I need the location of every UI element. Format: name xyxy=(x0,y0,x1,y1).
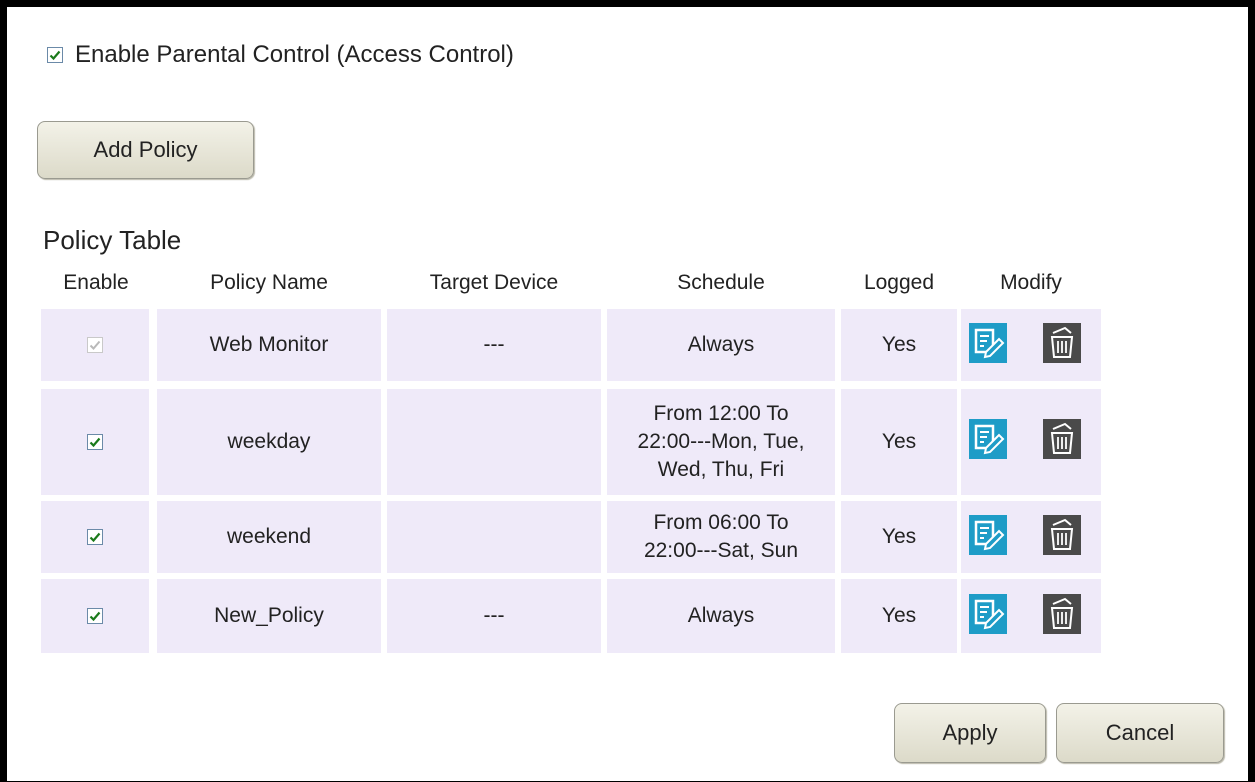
row-policy-name: weekend xyxy=(157,501,381,573)
trash-icon[interactable] xyxy=(1043,323,1081,363)
row-enable-cell xyxy=(41,309,149,381)
schedule-line: 22:00---Sat, Sun xyxy=(643,539,799,562)
policy-table-title: Policy Table xyxy=(43,225,182,255)
enable-parental-control-label: Enable Parental Control (Access Control) xyxy=(75,41,514,68)
row-schedule: From 12:00 To 22:00---Mon, Tue, Wed, Thu… xyxy=(607,389,835,495)
row-logged: Yes xyxy=(841,501,957,573)
row-logged: Yes xyxy=(841,579,957,653)
checkmark-icon xyxy=(89,437,101,448)
row-policy-name: Web Monitor xyxy=(157,309,381,381)
schedule-line: From 06:00 To xyxy=(653,511,789,534)
row-enable-cell xyxy=(41,579,149,653)
row-enable-checkbox[interactable] xyxy=(87,529,103,545)
row-target-device xyxy=(387,501,601,573)
row-schedule: Always xyxy=(607,309,835,381)
row-enable-checkbox[interactable] xyxy=(87,337,103,353)
schedule-line: Wed, Thu, Fri xyxy=(657,458,785,481)
schedule-line: Always xyxy=(687,333,755,356)
row-schedule: Always xyxy=(607,579,835,653)
header-target-device: Target Device xyxy=(429,271,559,294)
trash-icon[interactable] xyxy=(1043,594,1081,634)
row-enable-checkbox[interactable] xyxy=(87,434,103,450)
schedule-line: From 12:00 To xyxy=(653,402,789,425)
apply-button[interactable]: Apply xyxy=(894,703,1046,763)
row-schedule: From 06:00 To 22:00---Sat, Sun xyxy=(607,501,835,573)
schedule-line: Always xyxy=(687,604,755,627)
header-modify: Modify xyxy=(1000,271,1062,294)
header-schedule: Schedule xyxy=(677,271,765,294)
row-policy-name: New_Policy xyxy=(157,579,381,653)
row-enable-checkbox[interactable] xyxy=(87,608,103,624)
row-target-device xyxy=(387,389,601,495)
schedule-line: 22:00---Mon, Tue, xyxy=(637,430,805,453)
header-policy-name: Policy Name xyxy=(210,271,328,294)
header-enable: Enable xyxy=(63,271,129,294)
parental-control-panel: Enable Parental Control (Access Control)… xyxy=(6,6,1249,782)
checkmark-icon xyxy=(89,340,101,350)
checkmark-icon xyxy=(89,532,101,543)
edit-icon[interactable] xyxy=(969,419,1007,459)
edit-icon[interactable] xyxy=(969,515,1007,555)
row-target-device: --- xyxy=(387,309,601,381)
trash-icon[interactable] xyxy=(1043,515,1081,555)
row-policy-name: weekday xyxy=(157,389,381,495)
edit-icon[interactable] xyxy=(969,323,1007,363)
trash-icon[interactable] xyxy=(1043,419,1081,459)
header-logged: Logged xyxy=(863,271,935,294)
enable-parental-control-row[interactable]: Enable Parental Control (Access Control) xyxy=(47,41,514,69)
row-enable-cell xyxy=(41,389,149,495)
row-logged: Yes xyxy=(841,389,957,495)
enable-parental-control-checkbox[interactable] xyxy=(47,47,63,63)
row-enable-cell xyxy=(41,501,149,573)
checkmark-icon xyxy=(49,50,61,61)
add-policy-button[interactable]: Add Policy xyxy=(37,121,254,179)
row-logged: Yes xyxy=(841,309,957,381)
checkmark-icon xyxy=(89,611,101,622)
cancel-button[interactable]: Cancel xyxy=(1056,703,1224,763)
edit-icon[interactable] xyxy=(969,594,1007,634)
row-target-device: --- xyxy=(387,579,601,653)
